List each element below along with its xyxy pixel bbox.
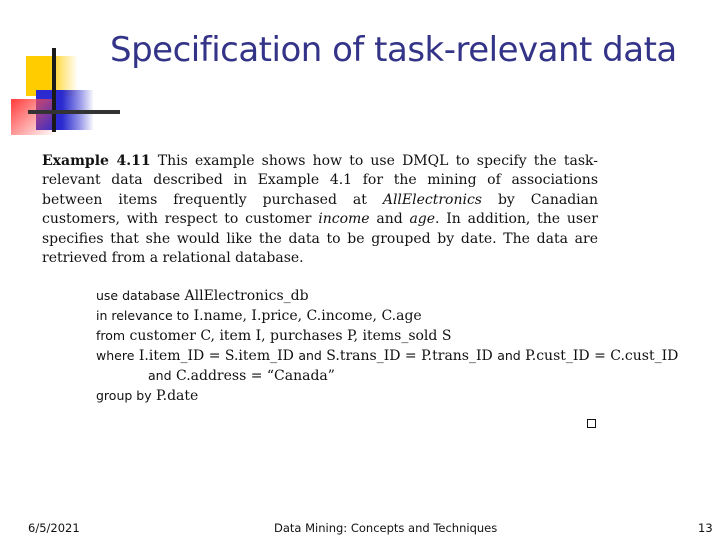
slide-logo-icon (0, 0, 120, 140)
query-text: I.name, I.price, C.income, C.age (189, 308, 422, 324)
footer-title: Data Mining: Concepts and Techniques (274, 521, 498, 535)
example-paragraph: Example 4.11 This example shows how to u… (42, 152, 598, 268)
emphasis-text: age (409, 211, 436, 228)
footer-date: 6/5/2021 (28, 521, 80, 535)
query-line: use database AllElectronics_db (96, 286, 678, 306)
query-text: customer C, item I, purchases P, items_s… (125, 328, 452, 344)
query-keyword: where (96, 348, 135, 363)
query-keyword: and (148, 368, 172, 383)
query-text: AllElectronics_db (180, 288, 309, 304)
query-keyword: and (298, 348, 322, 363)
query-keyword: from (96, 328, 126, 343)
query-text: P.date (151, 388, 199, 404)
query-line: in relevance to I.name, I.price, C.incom… (96, 306, 678, 326)
qed-square-icon (587, 419, 596, 428)
logo-vertical-line (52, 48, 56, 132)
query-text: C.address = “Canada” (171, 368, 335, 384)
query-text: S.trans_ID = P.trans_ID (321, 348, 498, 364)
logo-horizontal-line (28, 110, 120, 114)
logo-red-block (11, 99, 55, 135)
query-keyword: use database (96, 288, 181, 303)
query-keyword: in relevance to (96, 308, 190, 323)
query-text: I.item_ID = S.item_ID (134, 348, 299, 364)
query-text: P.cust_ID = C.cust_ID (520, 348, 679, 364)
example-label: Example 4.11 (42, 153, 151, 169)
emphasis-text: AllElectronics (382, 191, 482, 208)
slide-title: Specification of task-relevant data (110, 30, 677, 70)
page-number: 13 (698, 521, 713, 535)
query-keyword: and (497, 348, 521, 363)
emphasis-text: income (318, 211, 370, 228)
query-line: from customer C, item I, purchases P, it… (96, 326, 678, 346)
dmql-query: use database AllElectronics_db in releva… (96, 286, 678, 406)
example-text: and (369, 211, 410, 228)
query-line: group by P.date (96, 386, 678, 406)
query-line: where I.item_ID = S.item_ID and S.trans_… (96, 346, 678, 366)
query-line: and C.address = “Canada” (96, 366, 678, 386)
query-keyword: group by (96, 388, 152, 403)
